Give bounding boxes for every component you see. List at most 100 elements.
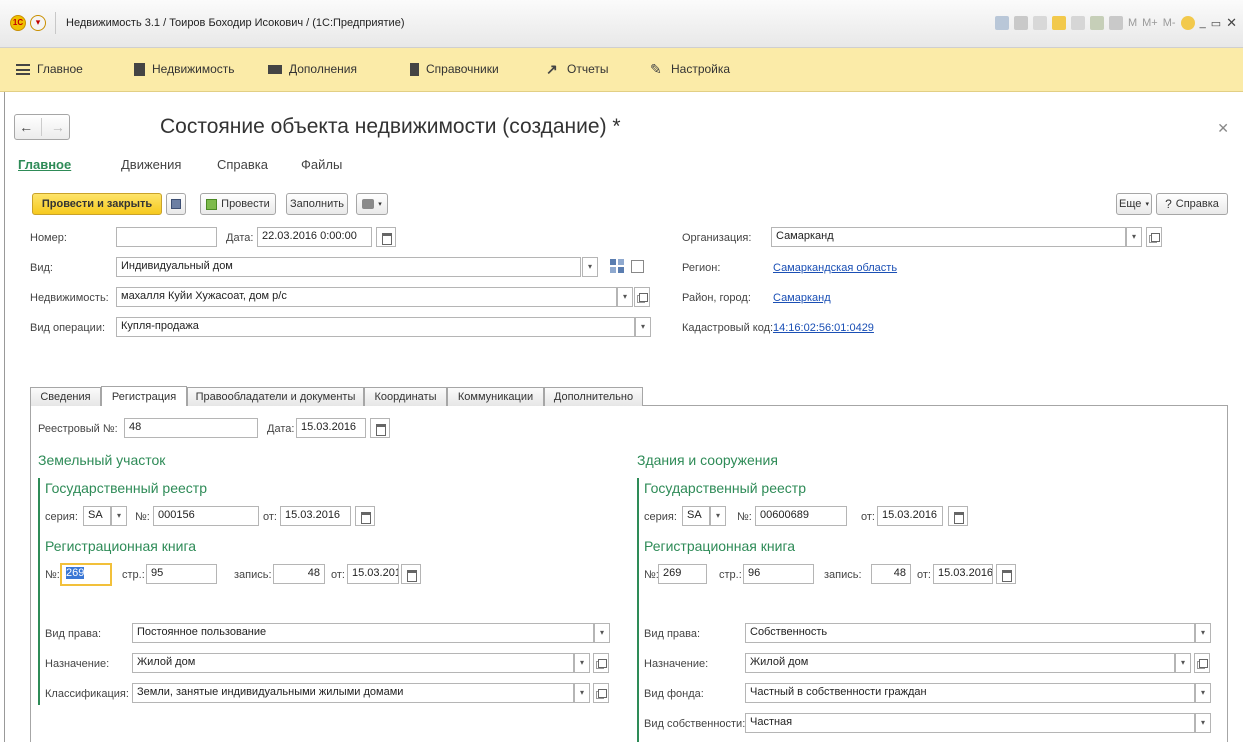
land-class-open-icon[interactable] xyxy=(593,683,609,703)
building-book-no-field[interactable]: 269 xyxy=(658,564,707,584)
organization-dropdown-icon[interactable]: ▾ xyxy=(1126,227,1142,247)
organization-open-icon[interactable] xyxy=(1146,227,1162,247)
operation-field[interactable]: Купля-продажа xyxy=(116,317,635,337)
building-ownership-dropdown-icon[interactable]: ▾ xyxy=(1195,713,1211,733)
land-purpose-dropdown-icon[interactable]: ▾ xyxy=(574,653,590,673)
restore-button[interactable]: ▭ xyxy=(1211,17,1221,30)
land-book-from-field[interactable]: 15.03.2016 xyxy=(347,564,399,584)
tab-registration[interactable]: Регистрация xyxy=(101,386,187,406)
kind-dropdown-icon[interactable]: ▾ xyxy=(582,257,598,277)
kind-field[interactable]: Индивидуальный дом xyxy=(116,257,581,277)
land-page-field[interactable]: 95 xyxy=(146,564,217,584)
building-fund-dropdown-icon[interactable]: ▾ xyxy=(1195,683,1211,703)
fill-button[interactable]: Заполнить xyxy=(286,193,348,215)
back-arrow-icon[interactable]: ← xyxy=(19,119,33,135)
close-window-button[interactable]: ✕ xyxy=(1226,15,1237,31)
number-field[interactable] xyxy=(116,227,217,247)
calendar-icon[interactable] xyxy=(1108,16,1123,30)
kind-checkbox[interactable] xyxy=(631,260,644,273)
organization-field[interactable]: Самарканд xyxy=(771,227,1126,247)
property-dropdown-icon[interactable]: ▾ xyxy=(617,287,633,307)
building-book-from-field[interactable]: 15.03.2016 xyxy=(933,564,993,584)
section-property[interactable]: Недвижимость xyxy=(134,62,235,76)
region-link[interactable]: Самаркандская область xyxy=(773,262,897,274)
section-additions[interactable]: Дополнения xyxy=(268,62,357,76)
section-catalogs[interactable]: Справочники xyxy=(410,62,499,76)
land-purpose-field[interactable]: Жилой дом xyxy=(132,653,574,673)
building-no-field[interactable]: 00600689 xyxy=(755,506,847,526)
building-book-from-calendar-icon[interactable] xyxy=(996,564,1016,584)
print-menu-button[interactable]: ▾ xyxy=(356,193,388,215)
land-from-calendar-icon[interactable] xyxy=(355,506,375,526)
building-right-dropdown-icon[interactable]: ▾ xyxy=(1195,623,1211,643)
land-class-dropdown-icon[interactable]: ▾ xyxy=(574,683,590,703)
tab-coordinates[interactable]: Координаты xyxy=(364,387,447,406)
date-calendar-icon[interactable] xyxy=(376,227,396,247)
tab-main[interactable]: Главное xyxy=(18,157,71,172)
building-record-field[interactable]: 48 xyxy=(871,564,911,584)
main-menu-icon[interactable]: ▾ xyxy=(30,15,46,31)
registry-date-field[interactable]: 15.03.2016 xyxy=(296,418,366,438)
property-open-icon[interactable] xyxy=(634,287,650,307)
section-settings[interactable]: ✎ Настройка xyxy=(650,62,730,76)
tab-reference[interactable]: Справка xyxy=(217,157,268,172)
land-record-field[interactable]: 48 xyxy=(273,564,325,584)
tab-communications[interactable]: Коммуникации xyxy=(447,387,544,406)
info-icon[interactable] xyxy=(1180,16,1195,30)
building-from-calendar-icon[interactable] xyxy=(948,506,968,526)
building-series-field[interactable]: SA xyxy=(682,506,710,526)
memory-minus-button[interactable]: M- xyxy=(1163,17,1176,29)
building-purpose-field[interactable]: Жилой дом xyxy=(745,653,1175,673)
building-series-dropdown-icon[interactable]: ▾ xyxy=(710,506,726,526)
land-no-field[interactable]: 000156 xyxy=(153,506,259,526)
land-from-field[interactable]: 15.03.2016 xyxy=(280,506,351,526)
building-right-field[interactable]: Собственность xyxy=(745,623,1195,643)
memory-m-button[interactable]: M xyxy=(1128,17,1137,29)
land-right-dropdown-icon[interactable]: ▾ xyxy=(594,623,610,643)
tab-info[interactable]: Сведения xyxy=(30,387,101,406)
land-right-field[interactable]: Постоянное пользование xyxy=(132,623,594,643)
post-button[interactable]: Провести xyxy=(200,193,276,215)
tab-movements[interactable]: Движения xyxy=(121,157,181,172)
operation-dropdown-icon[interactable]: ▾ xyxy=(635,317,651,337)
help-button[interactable]: ? Справка xyxy=(1156,193,1228,215)
close-form-icon[interactable]: ✕ xyxy=(1217,120,1229,137)
land-purpose-open-icon[interactable] xyxy=(593,653,609,673)
favorite-star-icon[interactable] xyxy=(1051,16,1066,30)
building-ownership-field[interactable]: Частная xyxy=(745,713,1195,733)
section-reports[interactable]: ↗ Отчеты xyxy=(546,62,608,76)
building-purpose-dropdown-icon[interactable]: ▾ xyxy=(1175,653,1191,673)
section-settings-label: Настройка xyxy=(671,62,731,76)
building-page-field[interactable]: 96 xyxy=(743,564,814,584)
land-book-no-field[interactable]: 269 xyxy=(60,563,112,586)
memory-plus-button[interactable]: M+ xyxy=(1142,17,1158,29)
section-main[interactable]: Главное xyxy=(16,62,83,76)
more-button[interactable]: Еще ▾ xyxy=(1116,193,1152,215)
preview-icon[interactable] xyxy=(1032,16,1047,30)
land-series-dropdown-icon[interactable]: ▾ xyxy=(111,506,127,526)
calculator-icon[interactable] xyxy=(1089,16,1104,30)
cadastre-link[interactable]: 14:16:02:56:01:0429 xyxy=(773,322,874,334)
tab-additional[interactable]: Дополнительно xyxy=(544,387,643,406)
land-series-field[interactable]: SA xyxy=(83,506,111,526)
minimize-button[interactable]: _ xyxy=(1200,17,1206,29)
date-field[interactable]: 22.03.2016 0:00:00 xyxy=(257,227,372,247)
property-field[interactable]: махалля Куйи Хужасоат, дом р/с xyxy=(116,287,617,307)
district-link[interactable]: Самарканд xyxy=(773,292,831,304)
building-fund-field[interactable]: Частный в собственности граждан xyxy=(745,683,1195,703)
save-doc-icon[interactable] xyxy=(994,16,1009,30)
building-from-field[interactable]: 15.03.2016 xyxy=(877,506,943,526)
tab-owners-documents[interactable]: Правообладатели и документы xyxy=(187,387,364,406)
tab-files[interactable]: Файлы xyxy=(301,157,342,172)
link-icon[interactable] xyxy=(1070,16,1085,30)
print-icon[interactable] xyxy=(1013,16,1028,30)
save-button[interactable] xyxy=(166,193,186,215)
building-purpose-open-icon[interactable] xyxy=(1194,653,1210,673)
land-class-field[interactable]: Земли, занятые индивидуальными жилыми до… xyxy=(132,683,574,703)
post-and-close-button[interactable]: Провести и закрыть xyxy=(32,193,162,215)
registry-no-field[interactable]: 48 xyxy=(124,418,258,438)
land-book-from-calendar-icon[interactable] xyxy=(401,564,421,584)
registry-date-calendar-icon[interactable] xyxy=(370,418,390,438)
forward-arrow-icon[interactable]: → xyxy=(51,119,65,135)
structure-icon[interactable] xyxy=(610,259,624,273)
